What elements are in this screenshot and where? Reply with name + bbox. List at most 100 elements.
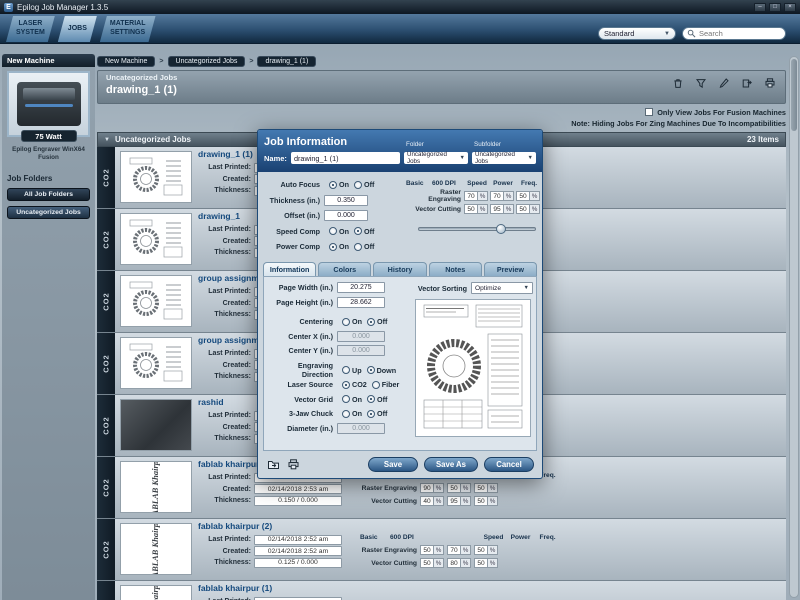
center-y-input[interactable] [337, 345, 385, 357]
basic-button[interactable]: Basic [406, 180, 432, 187]
vector-grid-label: Vector Grid [294, 394, 333, 404]
chuck-off-radio[interactable] [366, 409, 375, 418]
close-button[interactable]: × [784, 2, 796, 12]
diameter-input[interactable] [337, 422, 385, 434]
offset-input[interactable] [324, 210, 368, 221]
fusion-only-checkbox[interactable] [645, 108, 654, 116]
speed-comp-label: Speed Comp [276, 226, 320, 236]
cancel-button[interactable]: Cancel [484, 457, 534, 472]
scrollbar-thumb[interactable] [791, 59, 797, 131]
print-icon[interactable] [763, 76, 777, 90]
page-height-input[interactable] [337, 296, 385, 308]
job-title[interactable]: fablab khairpur (1) [198, 583, 350, 595]
slider-track [418, 227, 536, 231]
job-row[interactable]: CO2 FABLAB Khairpur fablab khairpur (1) … [97, 581, 786, 600]
breadcrumb-machine[interactable]: New Machine [97, 55, 156, 67]
save-button[interactable]: Save [368, 457, 418, 472]
search-input[interactable] [699, 29, 779, 38]
sidebar: New Machine 75 Watt Epilog Engraver WinX… [2, 54, 95, 600]
raster-freq-value[interactable]: 50 [516, 191, 530, 201]
filter-icon[interactable] [694, 76, 708, 90]
vector-row-label: Vector Cutting [371, 559, 417, 567]
page-title: drawing_1 (1) [106, 84, 177, 96]
name-label: Name: [264, 153, 287, 163]
chuck-on-radio[interactable] [342, 409, 350, 418]
raster-speed-value[interactable]: 70 [464, 191, 478, 201]
direction-up-radio[interactable] [342, 366, 350, 375]
subfolder-dropdown[interactable]: Uncategorized Jobs ▼ [472, 151, 536, 165]
uncategorized-jobs-button[interactable]: Uncategorized Jobs [7, 206, 90, 220]
vector-freq-value[interactable]: 50 [516, 204, 530, 214]
dpi-label[interactable]: 600 DPI [390, 534, 420, 541]
trash-icon[interactable] [671, 76, 685, 90]
edit-pencil-icon[interactable] [717, 76, 731, 90]
thickness-input[interactable] [324, 194, 368, 206]
print-icon[interactable] [286, 458, 300, 472]
item-count-badge: 23 Items [746, 135, 779, 144]
collapse-arrow-icon[interactable]: ▼ [104, 137, 110, 143]
tab-preview[interactable]: Preview [483, 261, 538, 276]
thumbnail-label: FABLAB Khairpur [150, 461, 161, 513]
basic-label[interactable]: Basic [360, 534, 390, 541]
thickness-label: Thickness: [214, 311, 251, 318]
chevron-down-icon: ▼ [527, 155, 533, 161]
tab-notes[interactable]: Notes [428, 261, 482, 276]
minimize-button[interactable]: – [754, 2, 766, 12]
slider-handle[interactable] [495, 224, 506, 234]
dpi-button[interactable]: 600 DPI [432, 180, 464, 187]
folder-dropdown[interactable]: Uncategorized Jobs ▼ [404, 151, 468, 165]
tab-colors[interactable]: Colors [318, 261, 372, 276]
preset-dropdown[interactable]: Standard ▼ [598, 27, 676, 40]
source-fiber-radio[interactable] [371, 380, 380, 389]
tab-material-settings[interactable]: MATERIAL SETTINGS [100, 16, 156, 42]
vector-grid-on-radio[interactable] [342, 395, 350, 404]
tab-jobs[interactable]: JOBS [58, 16, 97, 42]
all-job-folders-button[interactable]: All Job Folders [7, 188, 90, 202]
export-icon[interactable] [740, 76, 754, 90]
vertical-scrollbar[interactable] [789, 56, 799, 598]
vector-power-value[interactable]: 95 [490, 204, 504, 214]
power-column-header: Power [510, 534, 531, 541]
auto-focus-off-radio[interactable] [353, 180, 362, 189]
job-title[interactable]: fablab khairpur (2) [198, 521, 350, 533]
power-slider[interactable] [418, 224, 536, 234]
machine-card[interactable] [7, 71, 90, 137]
job-row[interactable]: CO2 FABLAB Khairpur fablab khairpur (2) … [97, 519, 786, 581]
last-printed-label: Last Printed: [208, 536, 251, 543]
auto-focus-on-radio[interactable] [329, 180, 337, 189]
breadcrumb-job[interactable]: drawing_1 (1) [257, 55, 317, 67]
job-name-input[interactable] [290, 152, 400, 164]
centering-on-radio[interactable] [342, 317, 350, 326]
move-to-folder-icon[interactable] [266, 458, 280, 472]
job-folders-title: Job Folders [7, 174, 53, 184]
thickness-label: Thickness: [214, 249, 251, 256]
power-comp-on-radio[interactable] [329, 242, 337, 251]
breadcrumb: New Machine > Uncategorized Jobs > drawi… [97, 54, 786, 68]
maximize-button[interactable]: □ [769, 2, 781, 12]
centering-label: Centering [299, 317, 333, 327]
search-box[interactable] [682, 27, 786, 40]
new-machine-header: New Machine [2, 54, 95, 67]
tab-laser-system[interactable]: LASER SYSTEM [6, 16, 55, 42]
created-label: Created: [222, 361, 251, 369]
raster-row-label: Raster Engraving [361, 484, 417, 492]
center-x-input[interactable] [337, 330, 385, 342]
thickness-label: Thickness: [214, 497, 251, 504]
power-comp-off-radio[interactable] [353, 242, 362, 251]
raster-engraving-label: Raster Engraving [428, 189, 461, 203]
tab-history[interactable]: History [373, 261, 427, 276]
page-width-input[interactable] [337, 282, 385, 294]
chevron-down-icon: ▼ [664, 30, 670, 37]
centering-off-radio[interactable] [366, 317, 375, 326]
breadcrumb-folder[interactable]: Uncategorized Jobs [167, 55, 246, 67]
save-as-button[interactable]: Save As [424, 457, 478, 472]
vector-speed-value[interactable]: 50 [464, 204, 478, 214]
speed-comp-off-radio[interactable] [353, 227, 362, 235]
speed-comp-on-radio[interactable] [329, 227, 337, 235]
tab-information[interactable]: Information [263, 261, 317, 276]
vector-sorting-dropdown[interactable]: Optimize ▼ [471, 282, 533, 294]
direction-down-radio[interactable] [366, 366, 375, 375]
source-co2-radio[interactable] [342, 380, 350, 389]
vector-grid-off-radio[interactable] [366, 395, 375, 404]
raster-power-value[interactable]: 70 [490, 191, 504, 201]
